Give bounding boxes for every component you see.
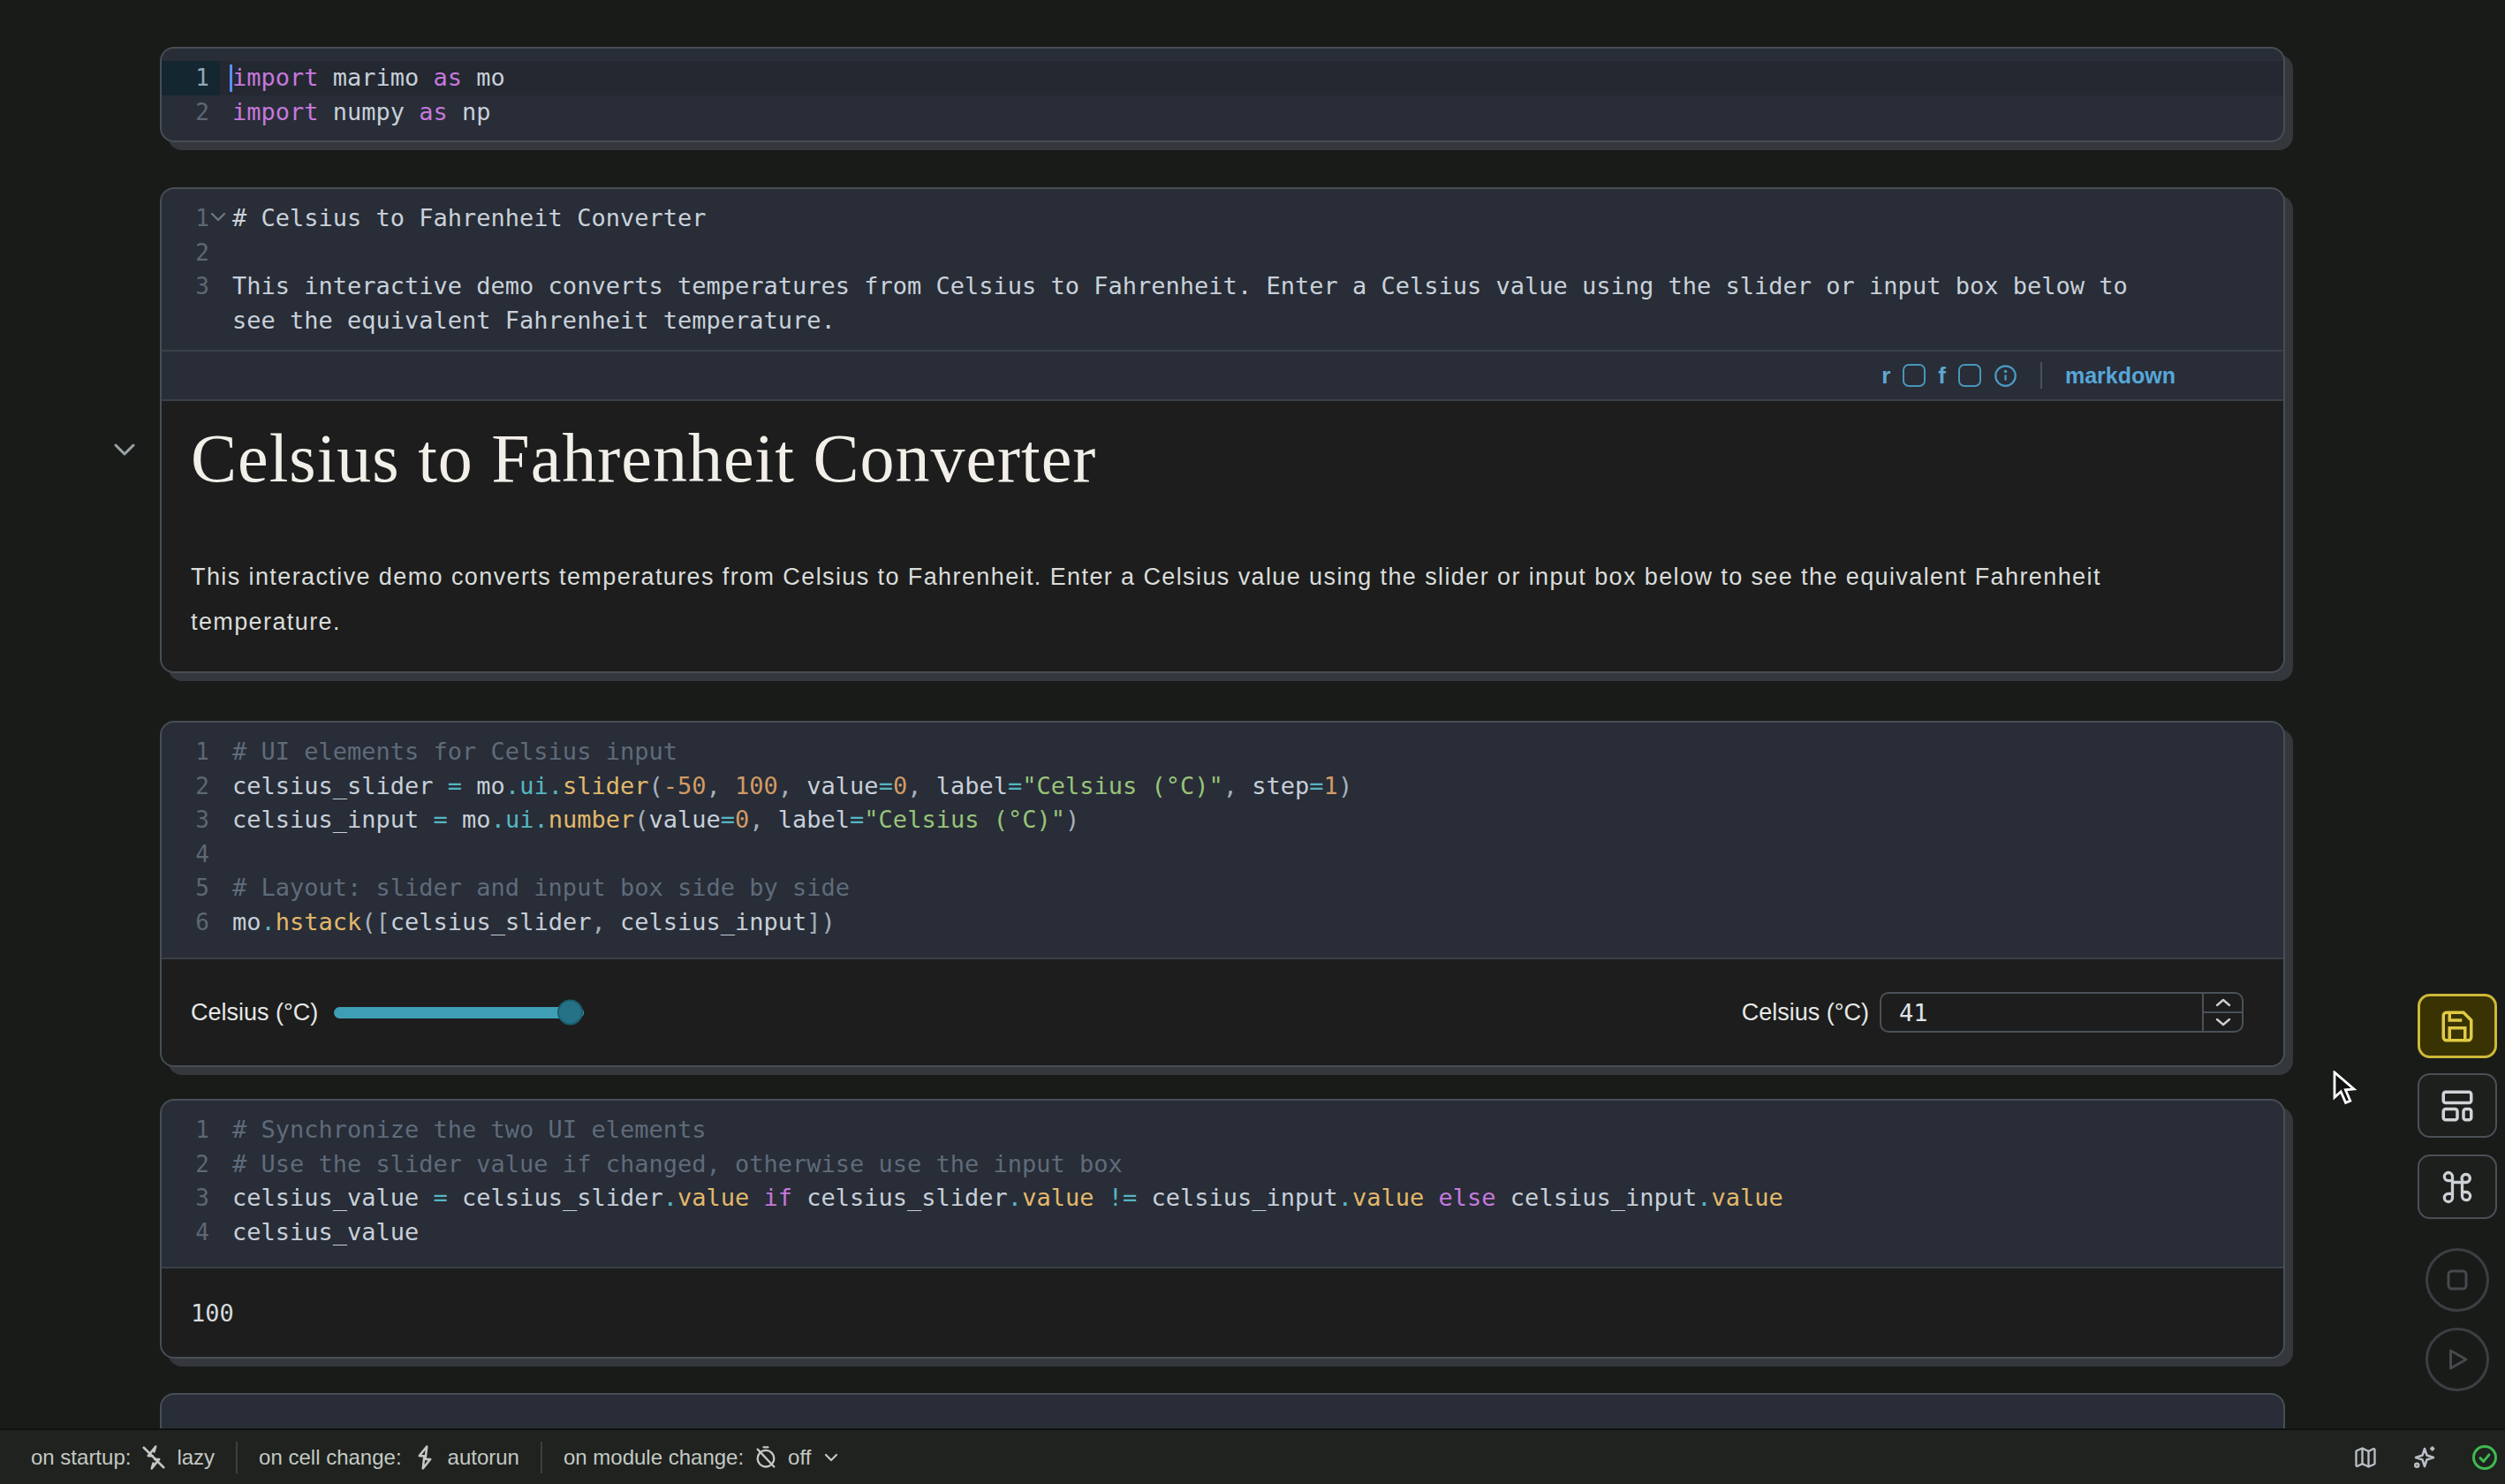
line-number: 1 (162, 1113, 220, 1147)
code-line[interactable]: This interactive demo converts temperatu… (232, 269, 2283, 337)
status-check-icon[interactable] (2471, 1444, 2498, 1471)
ai-sparkle-icon[interactable] (2411, 1444, 2438, 1471)
number-input[interactable]: 41 (1880, 992, 2244, 1033)
code-line[interactable]: celsius_input = mo.ui.number(value=0, la… (232, 803, 2283, 837)
cell-change-mode[interactable]: on cell change: autorun (259, 1444, 519, 1471)
line-number: 2 (162, 1147, 220, 1182)
hstack-output: Celsius (°C) Celsius (°C) 41 (162, 958, 2283, 1065)
autoreload-off-icon (753, 1445, 778, 1470)
markdown-output: Celsius to Fahrenheit Converter This int… (162, 399, 2283, 671)
zap-off-icon (140, 1444, 167, 1471)
save-button[interactable] (2418, 994, 2497, 1058)
slider-thumb[interactable] (557, 1000, 583, 1026)
rendered-paragraph: This interactive demo converts temperatu… (191, 555, 2196, 645)
code-line[interactable]: # Celsius to Fahrenheit Converter (232, 201, 2283, 236)
line-number: 5 (162, 871, 220, 905)
line-number: 2 (162, 236, 220, 270)
startup-label: on startup: (31, 1445, 131, 1470)
module-change-mode[interactable]: on module change: off (564, 1445, 842, 1470)
sync-output: 100 (162, 1267, 2283, 1357)
reactive-checkbox[interactable] (1903, 364, 1926, 387)
startup-value: lazy (177, 1445, 215, 1470)
slider-label: Celsius (°C) (191, 999, 318, 1026)
line-number: 2 (162, 769, 220, 804)
code-line[interactable]: # Layout: slider and input box side by s… (232, 871, 2283, 905)
code-line[interactable]: celsius_slider = mo.ui.slider(-50, 100, … (232, 769, 2283, 804)
line-number: 2 (162, 95, 220, 130)
info-icon[interactable] (1994, 364, 2017, 388)
number-stepper (2202, 994, 2242, 1031)
layout-button[interactable] (2418, 1073, 2497, 1138)
code-line[interactable]: # Use the slider value if changed, other… (232, 1147, 2283, 1182)
footer-divider (541, 1442, 542, 1473)
line-number: 1 (162, 735, 220, 769)
chevron-down-icon (821, 1447, 842, 1468)
run-button[interactable] (2426, 1328, 2489, 1391)
status-bar: on startup: lazy on cell change: autorun… (0, 1428, 2505, 1484)
line-number: 1 (162, 61, 220, 95)
line-number: 6 (162, 905, 220, 940)
rendered-heading: Celsius to Fahrenheit Converter (191, 424, 2283, 493)
line-number: 4 (162, 837, 220, 872)
module-change-label: on module change: (564, 1445, 744, 1470)
zap-icon (412, 1444, 438, 1471)
code-editor-sync[interactable]: 1 # Synchronize the two UI elements 2 # Use… (162, 1101, 2283, 1267)
output-value: 100 (191, 1299, 234, 1327)
cell-ui-elements: 1 # UI elements for Celsius input 2 celsius… (160, 721, 2285, 1067)
number-label: Celsius (°C) (1742, 999, 1869, 1026)
startup-mode[interactable]: on startup: lazy (31, 1444, 215, 1471)
line-number: 3 (162, 269, 220, 337)
stop-button[interactable] (2426, 1248, 2489, 1312)
code-editor-imports[interactable]: 1 import marimo as mo 2 import numpy as np (162, 49, 2283, 129)
language-label[interactable]: markdown (2065, 363, 2176, 389)
fstring-toggle-label: f (1938, 362, 1946, 390)
code-line[interactable]: mo.hstack([celsius_slider, celsius_input… (232, 905, 2283, 940)
reactive-toggle-label: r (1881, 362, 1890, 390)
toolbar-divider (2040, 362, 2042, 389)
number-widget: Celsius (°C) 41 (1742, 992, 2244, 1033)
code-line[interactable]: celsius_value (232, 1215, 2283, 1250)
markdown-toolbar: r f markdown (162, 350, 2283, 399)
code-editor-markdown[interactable]: 1# Celsius to Fahrenheit Converter23This… (162, 189, 2283, 350)
cell-imports: 1 import marimo as mo 2 import numpy as np (160, 47, 2285, 142)
mouse-cursor (2333, 1071, 2363, 1106)
code-line[interactable]: import numpy as np (232, 95, 2283, 130)
line-number: 3 (162, 1181, 220, 1215)
cell-sync: 1 # Synchronize the two UI elements 2 # Use… (160, 1099, 2285, 1359)
code-editor-ui[interactable]: 1 # UI elements for Celsius input 2 celsius… (162, 723, 2283, 958)
code-line[interactable]: # UI elements for Celsius input (232, 735, 2283, 769)
line-number: 4 (162, 1215, 220, 1250)
collapse-chevron-icon[interactable] (112, 442, 137, 458)
line-number: 3 (162, 803, 220, 837)
code-line[interactable]: import marimo as mo (232, 61, 2283, 95)
slider-widget: Celsius (°C) (191, 999, 584, 1026)
module-change-value: off (788, 1445, 811, 1470)
cell-change-label: on cell change: (259, 1445, 401, 1470)
stepper-down-button[interactable] (2204, 1013, 2242, 1031)
fstring-checkbox[interactable] (1958, 364, 1981, 387)
code-line[interactable]: # Synchronize the two UI elements (232, 1113, 2283, 1147)
cell-markdown: 1# Celsius to Fahrenheit Converter23This… (160, 187, 2285, 673)
cell-change-value: autorun (448, 1445, 519, 1470)
slider-track[interactable] (334, 1007, 584, 1018)
command-palette-button[interactable] (2418, 1155, 2497, 1219)
text-caret (230, 64, 232, 92)
code-line[interactable] (232, 837, 2283, 872)
number-value[interactable]: 41 (1881, 994, 2202, 1031)
stepper-up-button[interactable] (2204, 994, 2242, 1013)
footer-divider (236, 1442, 238, 1473)
map-icon[interactable] (2353, 1445, 2378, 1470)
code-line[interactable] (232, 236, 2283, 270)
code-line[interactable]: celsius_value = celsius_slider.value if … (232, 1181, 2283, 1215)
